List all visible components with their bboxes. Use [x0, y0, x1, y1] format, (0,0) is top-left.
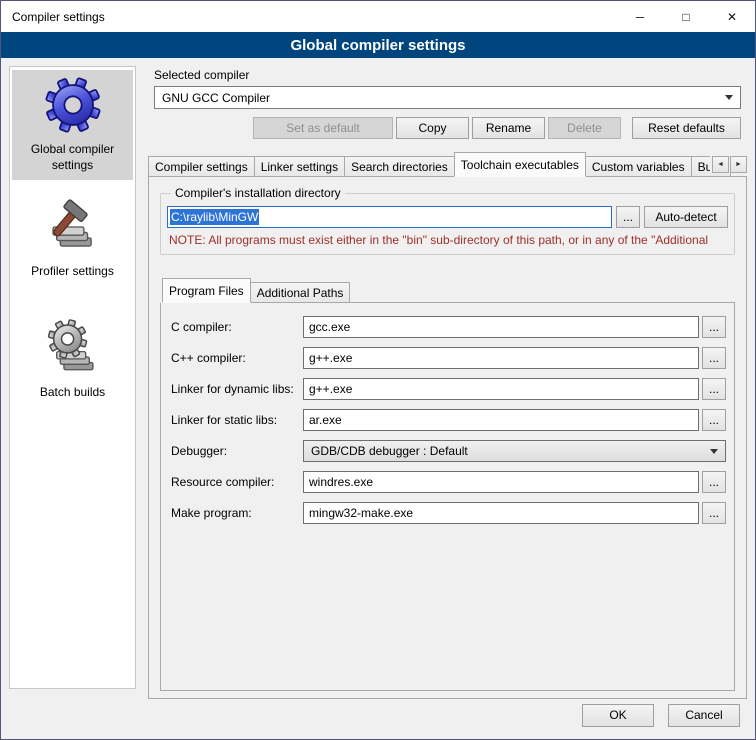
browse-make-program-button[interactable]: ...	[702, 502, 726, 524]
blue-gear-icon	[44, 76, 102, 137]
titlebar[interactable]: Compiler settings ─ □ ✕	[1, 1, 755, 32]
dialog-footer: OK Cancel	[1, 699, 755, 739]
browse-directory-button[interactable]: ...	[616, 206, 640, 228]
page-title: Global compiler settings	[1, 32, 755, 58]
tab-custom-variables[interactable]: Custom variables	[585, 156, 692, 177]
sidebar-item-batch-builds[interactable]: Batch builds	[12, 313, 133, 408]
selected-compiler-value: GNU GCC Compiler	[162, 91, 719, 105]
copy-button[interactable]: Copy	[396, 117, 469, 139]
ok-button[interactable]: OK	[582, 704, 654, 727]
browse-c-compiler-button[interactable]: ...	[702, 316, 726, 338]
static-linker-label: Linker for static libs:	[171, 413, 303, 427]
subtabstrip-filler	[350, 282, 735, 303]
tab-linker-settings[interactable]: Linker settings	[254, 156, 345, 177]
resource-compiler-input[interactable]	[303, 471, 699, 493]
make-program-input[interactable]	[303, 502, 699, 524]
settings-tabstrip: Compiler settings Linker settings Search…	[148, 152, 747, 177]
selected-compiler-dropdown[interactable]: GNU GCC Compiler	[154, 86, 741, 109]
c-compiler-label: C compiler:	[171, 320, 303, 334]
installation-directory-value: C:\raylib\MinGW	[170, 209, 259, 225]
dialog-content: Global compiler settings	[1, 58, 755, 699]
cancel-button[interactable]: Cancel	[668, 704, 740, 727]
compiler-actions: Set as default Copy Rename Delete Reset …	[154, 117, 741, 139]
program-files-section: Program Files Additional Paths C compile…	[160, 265, 735, 691]
sidebar-item-label: Batch builds	[40, 385, 105, 401]
resource-compiler-label: Resource compiler:	[171, 475, 303, 489]
settings-category-list: Global compiler settings	[9, 66, 136, 689]
form-row: Linker for static libs: ...	[171, 409, 726, 431]
tab-scroll-buttons: ◄ ►	[710, 156, 747, 173]
installation-directory-group: Compiler's installation directory C:\ray…	[160, 186, 735, 255]
debugger-value: GDB/CDB debugger : Default	[311, 444, 704, 458]
installation-directory-row: C:\raylib\MinGW ... Auto-detect	[167, 206, 728, 228]
scroll-right-icon[interactable]: ►	[730, 156, 747, 173]
tab-additional-paths[interactable]: Additional Paths	[250, 282, 351, 303]
tab-program-files[interactable]: Program Files	[162, 278, 251, 303]
program-files-page: C compiler: ... C++ compiler: ... Linker…	[160, 303, 735, 691]
auto-detect-button[interactable]: Auto-detect	[644, 206, 728, 228]
sidebar-item-profiler-settings[interactable]: Profiler settings	[12, 192, 133, 287]
form-row: Debugger: GDB/CDB debugger : Default	[171, 440, 726, 462]
installation-directory-input[interactable]: C:\raylib\MinGW	[167, 206, 612, 228]
main-panel: Selected compiler GNU GCC Compiler Set a…	[146, 66, 747, 699]
form-row: C++ compiler: ...	[171, 347, 726, 369]
window-title: Compiler settings	[1, 10, 105, 24]
tab-compiler-settings[interactable]: Compiler settings	[148, 156, 255, 177]
sidebar-item-label: Global compiler settings	[15, 142, 130, 173]
maximize-icon[interactable]: □	[663, 1, 709, 32]
reset-defaults-button[interactable]: Reset defaults	[632, 117, 741, 139]
browse-cpp-compiler-button[interactable]: ...	[702, 347, 726, 369]
sidebar-item-global-compiler-settings[interactable]: Global compiler settings	[12, 70, 133, 180]
set-as-default-button[interactable]: Set as default	[253, 117, 393, 139]
c-compiler-input[interactable]	[303, 316, 699, 338]
toolchain-executables-page: Compiler's installation directory C:\ray…	[148, 177, 747, 699]
caption-buttons: ─ □ ✕	[617, 1, 755, 32]
browse-dynamic-linker-button[interactable]: ...	[702, 378, 726, 400]
tab-search-directories[interactable]: Search directories	[344, 156, 455, 177]
delete-button[interactable]: Delete	[548, 117, 621, 139]
cpp-compiler-label: C++ compiler:	[171, 351, 303, 365]
tab-toolchain-executables[interactable]: Toolchain executables	[454, 152, 586, 177]
make-program-label: Make program:	[171, 506, 303, 520]
chevron-down-icon	[725, 95, 733, 100]
form-row: Linker for dynamic libs: ...	[171, 378, 726, 400]
form-row: Make program: ...	[171, 502, 726, 524]
debugger-label: Debugger:	[171, 444, 303, 458]
program-files-tabstrip: Program Files Additional Paths	[162, 278, 735, 303]
cpp-compiler-input[interactable]	[303, 347, 699, 369]
dynamic-linker-label: Linker for dynamic libs:	[171, 382, 303, 396]
selected-compiler-label: Selected compiler	[154, 68, 741, 82]
profiler-tool-icon	[44, 198, 102, 259]
chevron-down-icon	[710, 449, 718, 454]
tabs: Compiler settings Linker settings Search…	[148, 152, 747, 177]
scroll-left-icon[interactable]: ◄	[712, 156, 729, 173]
installation-directory-group-title: Compiler's installation directory	[171, 186, 345, 200]
dynamic-linker-input[interactable]	[303, 378, 699, 400]
gray-gear-stack-icon	[44, 319, 102, 380]
compiler-settings-dialog: Compiler settings ─ □ ✕ Global compiler …	[0, 0, 756, 740]
sidebar-item-label: Profiler settings	[31, 264, 114, 280]
browse-static-linker-button[interactable]: ...	[702, 409, 726, 431]
static-linker-input[interactable]	[303, 409, 699, 431]
close-icon[interactable]: ✕	[709, 1, 755, 32]
minimize-icon[interactable]: ─	[617, 1, 663, 32]
form-row: Resource compiler: ...	[171, 471, 726, 493]
debugger-dropdown[interactable]: GDB/CDB debugger : Default	[303, 440, 726, 462]
rename-button[interactable]: Rename	[472, 117, 545, 139]
installation-note: NOTE: All programs must exist either in …	[169, 233, 726, 247]
browse-resource-compiler-button[interactable]: ...	[702, 471, 726, 493]
form-row: C compiler: ...	[171, 316, 726, 338]
